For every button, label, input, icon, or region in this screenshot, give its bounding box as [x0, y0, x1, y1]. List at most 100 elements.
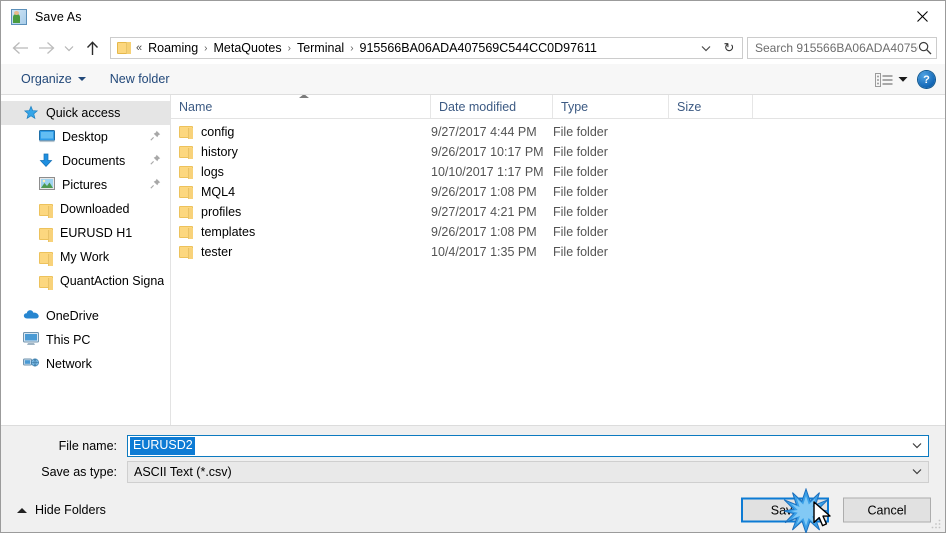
recent-locations-button[interactable]	[59, 35, 79, 61]
cell-type: File folder	[553, 185, 608, 199]
breadcrumb-item-roaming[interactable]: Roaming	[144, 40, 202, 56]
sidebar-item-this-pc[interactable]: This PC	[1, 328, 170, 352]
cell-type: File folder	[553, 165, 608, 179]
hide-folders-label: Hide Folders	[35, 503, 106, 517]
refresh-button[interactable]: ↻	[718, 38, 740, 58]
breadcrumb-separator[interactable]: ›	[348, 43, 355, 54]
close-button[interactable]	[899, 1, 945, 32]
column-header-date-modified[interactable]: Date modified	[431, 95, 553, 118]
folder-icon	[179, 206, 193, 219]
column-header-label: Name	[179, 99, 213, 114]
documents-download-icon	[39, 153, 55, 169]
file-name: templates	[201, 225, 256, 239]
up-one-level-button[interactable]	[79, 35, 105, 61]
chevron-up-icon	[17, 507, 27, 513]
file-name: logs	[201, 165, 224, 179]
resize-grip-icon[interactable]	[930, 518, 942, 530]
new-folder-button[interactable]: New folder	[104, 69, 176, 89]
search-input[interactable]	[755, 41, 918, 55]
sidebar-item-label: This PC	[46, 333, 91, 347]
help-button[interactable]: ?	[918, 71, 935, 88]
sidebar-item-label: OneDrive	[46, 309, 99, 323]
sidebar-item-label: Downloaded	[60, 202, 130, 216]
forward-button[interactable]	[33, 35, 59, 61]
back-button[interactable]	[7, 35, 33, 61]
view-options-icon	[875, 72, 893, 87]
breadcrumb-item-metaquotes[interactable]: MetaQuotes	[210, 40, 286, 56]
pin-icon[interactable]	[150, 130, 161, 144]
column-header-name[interactable]: Name	[171, 95, 431, 118]
folder-icon	[179, 226, 193, 239]
breadcrumb-item-terminal-id[interactable]: 915566BA06ADA407569C544CC0D97611	[356, 40, 601, 56]
file-name: history	[201, 145, 238, 159]
save-button-label: Save	[770, 503, 800, 517]
breadcrumb-overflow[interactable]: «	[136, 42, 142, 54]
cell-type: File folder	[553, 125, 608, 139]
sidebar-item-network[interactable]: Network	[1, 352, 170, 376]
hide-folders-button[interactable]: Hide Folders	[13, 499, 110, 521]
cancel-button-label: Cancel	[867, 503, 907, 517]
sidebar-item-pictures[interactable]: Pictures	[1, 173, 170, 197]
column-header-type[interactable]: Type	[553, 95, 669, 118]
pin-icon[interactable]	[150, 154, 161, 168]
cell-name: MQL4	[171, 185, 431, 199]
organize-button[interactable]: Organize	[15, 69, 92, 89]
table-row[interactable]: MQL4 9/26/2017 1:08 PM File folder	[171, 182, 945, 202]
sidebar-item-label: EURUSD H1	[60, 226, 133, 240]
breadcrumb-dropdown-button[interactable]	[696, 38, 716, 58]
sidebar-item-label: QuantAction Signal	[60, 274, 164, 288]
navigation-pane: Quick access Desktop Documents Pictures …	[1, 95, 171, 425]
cell-date-modified: 10/10/2017 1:17 PM	[431, 165, 544, 179]
column-headers: Name Date modified Type Size	[171, 95, 945, 119]
column-header-size[interactable]: Size	[669, 95, 753, 118]
table-row[interactable]: logs 10/10/2017 1:17 PM File folder	[171, 162, 945, 182]
sidebar-item-quick-access[interactable]: Quick access	[1, 101, 170, 125]
column-header-label: Date modified	[439, 99, 517, 114]
search-box[interactable]	[747, 37, 937, 59]
save-button[interactable]: Save	[741, 497, 829, 523]
cell-name: tester	[171, 245, 431, 259]
save-as-dialog: Save As « Roaming › MetaQuotes › Termina…	[0, 0, 946, 533]
sidebar-item-quantaction-signal[interactable]: QuantAction Signal	[1, 269, 170, 293]
save-form: File name: EURUSD2 Save as type: ASCII T…	[1, 426, 945, 488]
breadcrumb-item-terminal[interactable]: Terminal	[293, 40, 348, 56]
cell-type: File folder	[553, 145, 608, 159]
folder-icon	[39, 276, 53, 290]
table-row[interactable]: templates 9/26/2017 1:08 PM File folder	[171, 222, 945, 242]
table-row[interactable]: profiles 9/27/2017 4:21 PM File folder	[171, 202, 945, 222]
cell-type: File folder	[553, 245, 608, 259]
breadcrumb-separator[interactable]: ›	[286, 43, 293, 54]
sidebar-item-downloaded[interactable]: Downloaded	[1, 197, 170, 221]
sidebar-item-desktop[interactable]: Desktop	[1, 125, 170, 149]
change-view-button[interactable]	[875, 72, 908, 87]
dialog-body: Quick access Desktop Documents Pictures …	[1, 95, 945, 426]
save-as-app-icon	[11, 8, 27, 25]
folder-icon	[179, 186, 193, 199]
file-name-value: EURUSD2	[130, 436, 195, 455]
file-name-input[interactable]: EURUSD2	[127, 434, 929, 457]
address-bar: « Roaming › MetaQuotes › Terminal › 9155…	[1, 32, 945, 64]
sidebar-item-eurusd-h1[interactable]: EURUSD H1	[1, 221, 170, 245]
title-bar: Save As	[1, 1, 945, 32]
table-row[interactable]: history 9/26/2017 10:17 PM File folder	[171, 142, 945, 162]
save-as-type-dropdown-button[interactable]	[909, 462, 925, 482]
cell-date-modified: 9/27/2017 4:21 PM	[431, 205, 537, 219]
table-row[interactable]: config 9/27/2017 4:44 PM File folder	[171, 122, 945, 142]
help-icon: ?	[923, 73, 930, 86]
pin-icon[interactable]	[150, 178, 161, 192]
save-as-type-select[interactable]: ASCII Text (*.csv)	[127, 460, 929, 483]
file-list: config 9/27/2017 4:44 PM File folder his…	[171, 119, 945, 425]
folder-icon	[179, 166, 193, 179]
breadcrumb-separator[interactable]: ›	[202, 43, 209, 54]
sidebar-item-onedrive[interactable]: OneDrive	[1, 304, 170, 328]
cancel-button[interactable]: Cancel	[843, 497, 931, 523]
file-name-dropdown-button[interactable]	[909, 436, 925, 456]
this-pc-icon	[23, 332, 39, 348]
sidebar-item-documents[interactable]: Documents	[1, 149, 170, 173]
pictures-icon	[39, 177, 55, 193]
chevron-down-icon	[912, 469, 922, 475]
sidebar-item-my-work[interactable]: My Work	[1, 245, 170, 269]
breadcrumb[interactable]: « Roaming › MetaQuotes › Terminal › 9155…	[110, 37, 743, 59]
table-row[interactable]: tester 10/4/2017 1:35 PM File folder	[171, 242, 945, 262]
sidebar-item-label: Quick access	[46, 106, 121, 120]
